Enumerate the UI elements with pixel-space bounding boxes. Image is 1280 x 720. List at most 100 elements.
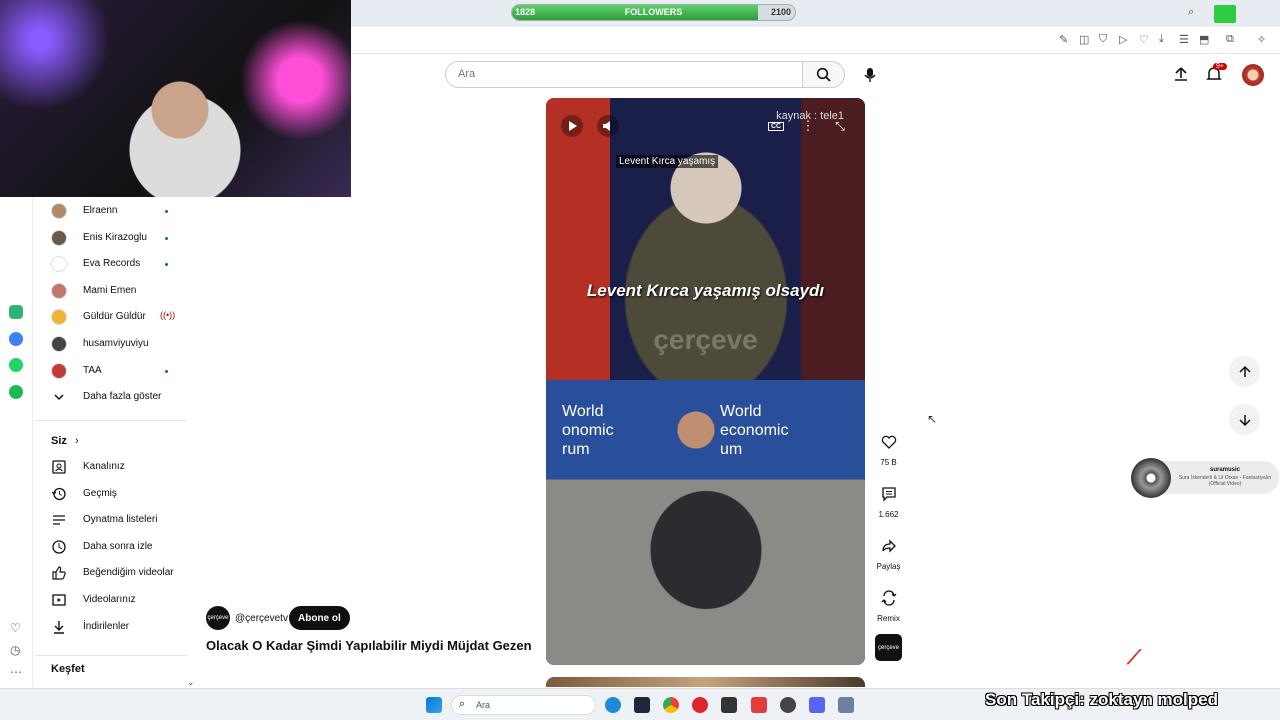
- opera-icon[interactable]: [692, 697, 708, 713]
- next-video-button[interactable]: [1229, 404, 1260, 435]
- video-title[interactable]: Olacak O Kadar Şimdi Yapılabilir Miydi M…: [206, 638, 532, 653]
- subscription-label: Enis Kirazoglu: [83, 231, 147, 243]
- puzzle-icon[interactable]: ⧉: [1226, 33, 1234, 46]
- share-action[interactable]: Paylaş: [874, 531, 903, 571]
- divider: [35, 655, 187, 656]
- extension-icon[interactable]: ⬒: [1199, 33, 1209, 46]
- edit-icon[interactable]: ✎: [1059, 33, 1068, 46]
- channel-avatar: [51, 309, 67, 326]
- sidebar-item-watch-later[interactable]: Daha sonra izle: [35, 534, 185, 560]
- upload-button[interactable]: [1172, 65, 1190, 88]
- subscription-item[interactable]: Elraenn: [35, 198, 185, 224]
- subscription-label: husamviyuviyu: [83, 338, 149, 349]
- chevron-down-icon: [54, 394, 64, 401]
- search-bar[interactable]: [445, 61, 803, 88]
- windows-start-icon[interactable]: [426, 697, 442, 713]
- browser-search-icon[interactable]: ⌕: [1188, 6, 1194, 19]
- arrow-up-icon: [1238, 365, 1251, 377]
- video-frame-bottom: World onomic rum World economic um: [546, 380, 865, 665]
- remix-action[interactable]: Remix: [874, 583, 903, 623]
- discord-icon[interactable]: [809, 697, 825, 713]
- notifications-button[interactable]: 9+: [1205, 63, 1227, 85]
- like-action[interactable]: 75 B: [874, 427, 903, 467]
- channel-avatar: [51, 203, 67, 219]
- mouse-cursor-icon: ↖: [927, 412, 938, 426]
- subscription-label: Mami Emen: [83, 284, 137, 296]
- subscription-item[interactable]: Eva Records: [35, 251, 185, 277]
- chatgpt-icon[interactable]: [9, 305, 23, 319]
- subscription-item[interactable]: husamviyuviyu: [35, 331, 185, 357]
- sidebar-item-playlists[interactable]: Oynatma listeleri: [35, 507, 185, 533]
- subscription-item[interactable]: Enis Kirazoglu: [35, 225, 185, 251]
- sidebar-item-channel[interactable]: Kanalınız: [35, 454, 185, 480]
- your-videos-icon: [52, 594, 66, 606]
- clock-icon[interactable]: ◷: [10, 643, 20, 657]
- subscribe-button[interactable]: Abone ol: [289, 606, 350, 630]
- subscription-item[interactable]: Mami Emen: [35, 278, 185, 304]
- notification-badge: 9+: [1213, 63, 1227, 70]
- comment-button[interactable]: [874, 479, 903, 508]
- history-icon: [51, 487, 66, 500]
- channel-avatar[interactable]: çerçeve: [206, 606, 230, 630]
- settings-icon[interactable]: [780, 697, 796, 713]
- mute-button[interactable]: [597, 115, 619, 137]
- previous-video-button[interactable]: [1229, 356, 1260, 387]
- play-button[interactable]: [561, 115, 583, 137]
- edge-icon[interactable]: [605, 697, 621, 713]
- menu-icon[interactable]: ☰: [1179, 33, 1189, 46]
- you-section-header[interactable]: Siz ›: [51, 435, 79, 447]
- live-icon: ((•)): [160, 310, 176, 321]
- channel-handle[interactable]: @çerçevetv: [235, 613, 288, 624]
- messenger-icon[interactable]: [9, 332, 23, 346]
- spotify-icon[interactable]: [9, 385, 23, 399]
- subscription-label: Güldür Güldür: [83, 311, 146, 323]
- subscription-item[interactable]: Güldür Güldür ((•)): [35, 304, 185, 330]
- whatsapp-icon[interactable]: [9, 358, 23, 372]
- obs-icon[interactable]: [721, 697, 737, 713]
- heart-icon[interactable]: ♡: [1139, 33, 1149, 46]
- sidebar-item-your-videos[interactable]: Videolarınız: [35, 587, 185, 613]
- sidebar-item-like[interactable]: Beğendiğim videolar: [35, 560, 185, 586]
- next-video-preview[interactable]: [546, 677, 865, 687]
- arrow-down-icon: [1238, 414, 1251, 426]
- download-icon[interactable]: ⤓: [1159, 33, 1164, 46]
- play-icon[interactable]: ▷: [1119, 33, 1127, 46]
- captions-button[interactable]: CC: [765, 115, 787, 137]
- fullscreen-button[interactable]: ⤡: [829, 115, 851, 137]
- search-button[interactable]: [803, 61, 845, 88]
- scroll-down-icon[interactable]: ⌄: [187, 677, 195, 688]
- show-more-label: Daha fazla göster: [83, 391, 162, 402]
- sidebar-item-history[interactable]: Geçmiş: [35, 481, 185, 507]
- ai-icon[interactable]: ✧: [1257, 33, 1266, 46]
- channel-icon: [52, 460, 66, 474]
- channel-thumbnail[interactable]: çerçeve: [875, 634, 902, 661]
- voice-search-button[interactable]: [856, 61, 883, 88]
- search-input[interactable]: [458, 68, 758, 80]
- sidebar-item-label: Oynatma listeleri: [83, 514, 158, 526]
- steam-icon[interactable]: [634, 697, 650, 713]
- upload-icon: [1175, 67, 1187, 81]
- chrome-icon[interactable]: [663, 697, 679, 713]
- chevron-right-icon: ›: [74, 435, 79, 447]
- remix-button[interactable]: [874, 583, 903, 612]
- app-icon[interactable]: [838, 697, 854, 713]
- app-icon[interactable]: [751, 697, 767, 713]
- remix-icon: [881, 589, 896, 606]
- comment-action[interactable]: 1.662: [874, 479, 903, 519]
- subscription-item[interactable]: TAA: [35, 358, 185, 384]
- sidebar-item-download[interactable]: İndirilenler: [35, 614, 185, 640]
- camera-icon[interactable]: ◫: [1079, 33, 1089, 46]
- more-icon[interactable]: ⋯: [10, 665, 22, 679]
- show-more-button[interactable]: Daha fazla göster: [35, 384, 185, 410]
- sidebar-item-label: Geçmiş: [83, 487, 117, 499]
- avatar[interactable]: [1242, 64, 1264, 86]
- share-button[interactable]: [874, 531, 903, 560]
- more-options-button[interactable]: ⋮: [797, 115, 819, 137]
- taskbar-search[interactable]: ⌕ Ara: [451, 695, 596, 715]
- heart-icon[interactable]: ♡: [10, 621, 21, 635]
- like-button[interactable]: [874, 427, 903, 456]
- shield-icon[interactable]: ⛉: [1099, 33, 1107, 46]
- left-dock: ♡ ◷ ⋯: [0, 197, 33, 687]
- taskbar-search-label: Ara: [476, 700, 491, 710]
- shorts-video-player[interactable]: World onomic rum World economic um kayna…: [546, 98, 865, 665]
